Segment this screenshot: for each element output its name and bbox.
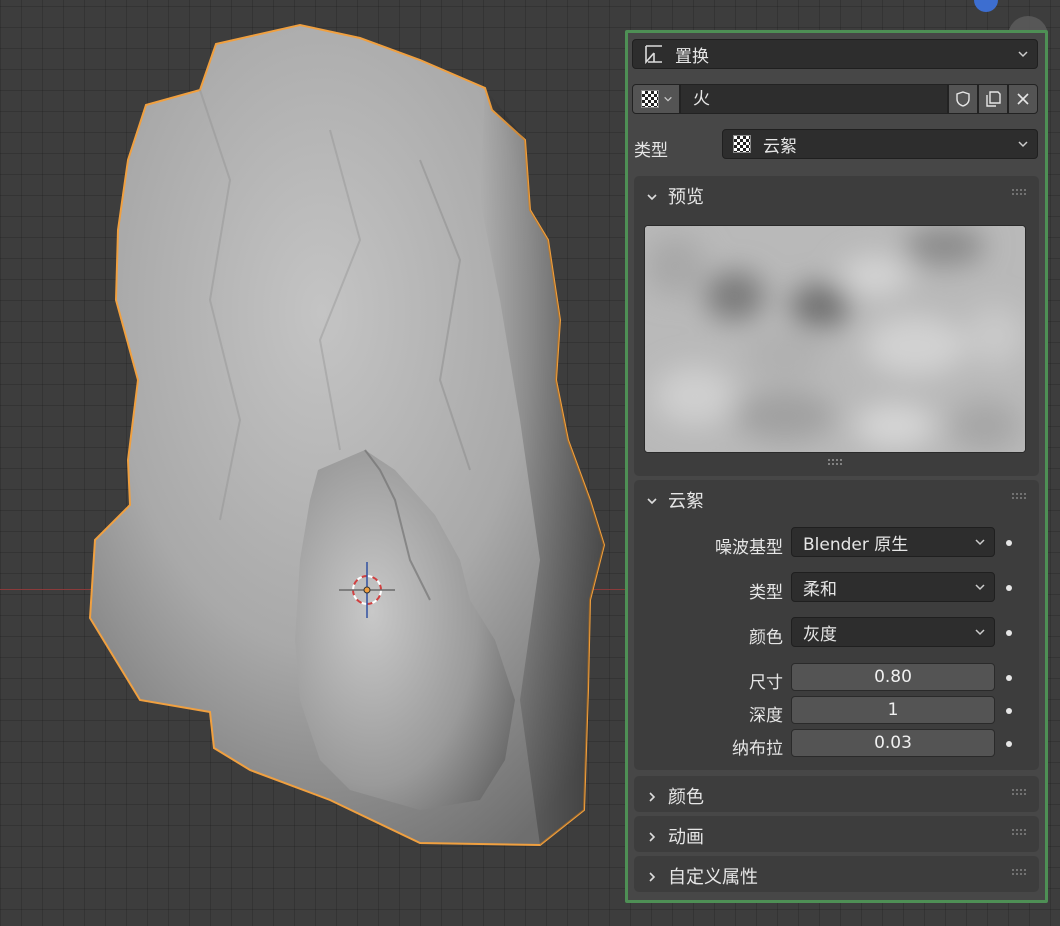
chevron-right-icon bbox=[646, 788, 658, 802]
drag-handle-icon[interactable] bbox=[1011, 788, 1027, 796]
keyframe-dot-icon[interactable] bbox=[1006, 708, 1012, 714]
preview-section-header[interactable]: 预览 bbox=[634, 176, 1039, 212]
depth-field[interactable]: 1 bbox=[791, 696, 995, 724]
noise-basis-dropdown[interactable]: Blender 原生 bbox=[791, 527, 995, 557]
drag-handle-icon[interactable] bbox=[1011, 868, 1027, 876]
texture-name: 火 bbox=[693, 89, 710, 109]
nabla-label: 纳布拉 bbox=[732, 739, 783, 759]
keyframe-dot-icon[interactable] bbox=[1006, 675, 1012, 681]
preview-section: 预览 bbox=[634, 176, 1039, 476]
texture-properties-panel: 置换 火 类型 云絮 预览 云絮 噪波基型 Blender 原生 类型 柔和 颜… bbox=[625, 30, 1048, 903]
noise-type-dropdown[interactable]: 柔和 bbox=[791, 572, 995, 602]
shield-icon bbox=[956, 91, 970, 107]
chevron-down-icon bbox=[646, 492, 658, 505]
mesh-object[interactable] bbox=[0, 0, 640, 926]
texture-preview-image bbox=[644, 225, 1026, 453]
depth-label: 深度 bbox=[749, 706, 783, 726]
texture-name-field[interactable]: 火 bbox=[680, 84, 948, 114]
type-label: 类型 bbox=[634, 141, 668, 161]
drag-handle-icon[interactable] bbox=[1011, 188, 1027, 196]
nabla-field[interactable]: 0.03 bbox=[791, 729, 995, 757]
unlink-texture-button[interactable] bbox=[1008, 84, 1038, 114]
displace-modifier-icon bbox=[643, 43, 665, 65]
chevron-right-icon bbox=[646, 828, 658, 842]
noise-basis-value: Blender 原生 bbox=[803, 534, 909, 555]
drag-handle-icon[interactable] bbox=[1011, 492, 1027, 500]
color-section-title: 颜色 bbox=[668, 787, 704, 808]
modifier-name: 置换 bbox=[675, 46, 709, 67]
clouds-section: 云絮 噪波基型 Blender 原生 类型 柔和 颜色 灰度 尺寸 0.80 深… bbox=[634, 480, 1039, 770]
animation-section-title: 动画 bbox=[668, 827, 704, 848]
close-icon bbox=[1017, 93, 1029, 105]
drag-handle-icon[interactable] bbox=[1011, 828, 1027, 836]
color-mode-dropdown[interactable]: 灰度 bbox=[791, 617, 995, 647]
size-field[interactable]: 0.80 bbox=[791, 663, 995, 691]
color-mode-label: 颜色 bbox=[749, 628, 783, 648]
checker-texture-icon bbox=[641, 90, 659, 108]
chevron-down-icon bbox=[974, 581, 986, 593]
clouds-section-title: 云絮 bbox=[668, 491, 704, 512]
chevron-right-icon bbox=[646, 868, 658, 882]
custom-properties-section-title: 自定义属性 bbox=[668, 867, 758, 888]
texture-browse-button[interactable] bbox=[632, 84, 680, 114]
custom-properties-section[interactable]: 自定义属性 bbox=[634, 856, 1039, 892]
noise-type-label: 类型 bbox=[749, 583, 783, 603]
keyframe-dot-icon[interactable] bbox=[1006, 540, 1012, 546]
animation-section[interactable]: 动画 bbox=[634, 816, 1039, 852]
duplicate-texture-button[interactable] bbox=[978, 84, 1008, 114]
clouds-section-header[interactable]: 云絮 bbox=[634, 480, 1039, 516]
noise-type-value: 柔和 bbox=[803, 579, 837, 600]
modifier-selector[interactable]: 置换 bbox=[632, 39, 1038, 69]
chevron-down-icon bbox=[646, 188, 658, 201]
gizmo-z-icon[interactable] bbox=[974, 0, 998, 12]
color-section[interactable]: 颜色 bbox=[634, 776, 1039, 812]
chevron-down-icon bbox=[1017, 138, 1029, 150]
chevron-down-icon bbox=[974, 626, 986, 638]
texture-selector-row: 火 bbox=[628, 84, 1045, 114]
keyframe-dot-icon[interactable] bbox=[1006, 630, 1012, 636]
texture-type-value: 云絮 bbox=[763, 136, 797, 157]
color-mode-value: 灰度 bbox=[803, 624, 837, 645]
size-label: 尺寸 bbox=[749, 673, 783, 693]
texture-type-dropdown[interactable]: 云絮 bbox=[722, 129, 1038, 159]
chevron-down-icon bbox=[1017, 48, 1029, 60]
resize-handle-icon[interactable] bbox=[827, 458, 843, 466]
chevron-down-icon bbox=[974, 536, 986, 548]
preview-section-title: 预览 bbox=[668, 187, 704, 208]
checker-texture-icon bbox=[733, 135, 751, 153]
fake-user-button[interactable] bbox=[948, 84, 978, 114]
copy-icon bbox=[986, 91, 1001, 107]
noise-basis-label: 噪波基型 bbox=[715, 538, 783, 558]
keyframe-dot-icon[interactable] bbox=[1006, 585, 1012, 591]
keyframe-dot-icon[interactable] bbox=[1006, 741, 1012, 747]
